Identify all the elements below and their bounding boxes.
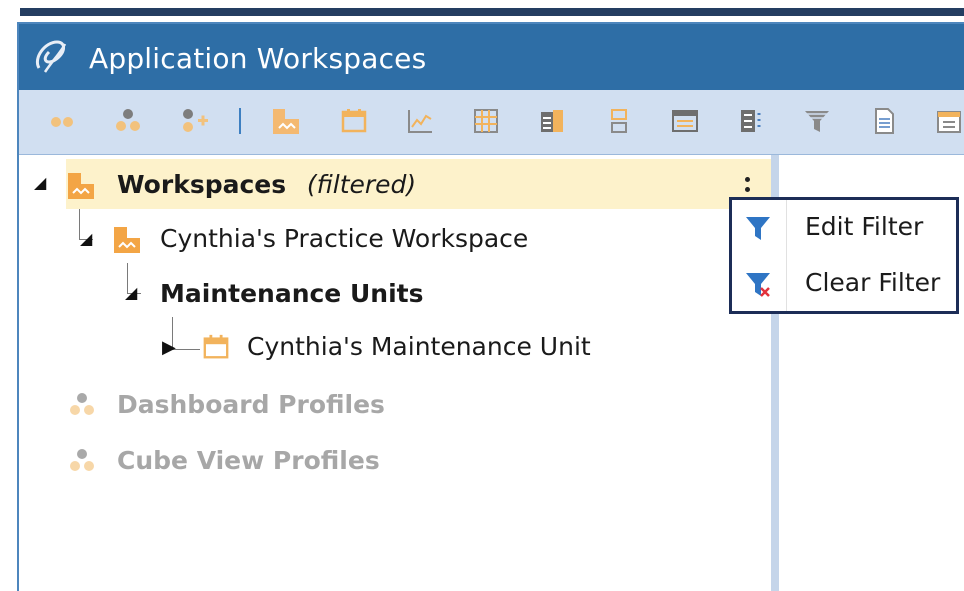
maintenance-unit-label: Cynthia's Maintenance Unit	[247, 332, 591, 361]
edit-filter-menu-item[interactable]: Edit Filter	[732, 200, 956, 255]
tree-node-dashboard-profiles[interactable]: Dashboard Profiles	[19, 379, 771, 431]
tree-node-cube-view-profiles[interactable]: Cube View Profiles	[19, 435, 771, 487]
add-group-icon[interactable]	[179, 106, 209, 136]
workspace-icon	[68, 173, 94, 199]
workspace-icon[interactable]	[271, 106, 301, 136]
group-icon	[70, 449, 94, 471]
dashboard-icon[interactable]	[670, 106, 700, 136]
clear-filter-menu-item[interactable]: Clear Filter	[732, 256, 956, 311]
stacked-boxes-icon[interactable]	[604, 106, 634, 136]
collapse-arrow-icon[interactable]: ◢	[125, 283, 137, 302]
edit-filter-label: Edit Filter	[805, 212, 924, 241]
document-icon[interactable]	[869, 106, 899, 136]
filter-icon[interactable]	[802, 106, 832, 136]
data-list-icon[interactable]	[736, 106, 766, 136]
toolbar	[19, 90, 964, 155]
collapse-arrow-icon[interactable]: ◢	[34, 173, 46, 192]
maintenance-units-label: Maintenance Units	[160, 279, 424, 308]
workspace-tree: ◢ Workspaces (filtered) ◢ Cynthia's Prac…	[19, 155, 774, 591]
tree-node-practice-workspace[interactable]: ◢ Cynthia's Practice Workspace	[19, 215, 771, 267]
workspace-icon	[114, 227, 140, 253]
expand-arrow-icon[interactable]: ▶	[162, 337, 176, 358]
line-chart-icon[interactable]	[405, 106, 435, 136]
filter-icon	[746, 217, 770, 240]
clear-filter-label: Clear Filter	[805, 268, 941, 297]
tree-node-maintenance-unit[interactable]: ▶ Cynthia's Maintenance Unit	[19, 323, 771, 375]
title-bar: Application Workspaces	[19, 24, 964, 90]
maintenance-unit-icon	[203, 334, 229, 359]
calendar-icon[interactable]	[934, 106, 964, 136]
app-logo-icon	[36, 40, 67, 73]
maintenance-unit-icon[interactable]	[339, 106, 369, 136]
workspaces-label: Workspaces	[117, 170, 287, 199]
window-top-strip	[20, 8, 964, 16]
filtered-suffix: (filtered)	[306, 170, 417, 199]
group-icon	[70, 393, 94, 415]
filter-context-menu: Edit Filter Clear Filter	[729, 197, 959, 314]
component-icon[interactable]	[537, 106, 567, 136]
practice-workspace-label: Cynthia's Practice Workspace	[160, 224, 529, 253]
dashboard-profiles-label: Dashboard Profiles	[117, 390, 385, 419]
grid-icon[interactable]	[471, 106, 501, 136]
group-icon[interactable]	[113, 106, 143, 136]
tree-node-maintenance-units[interactable]: ◢ Maintenance Units	[19, 269, 771, 321]
collapse-arrow-icon[interactable]: ◢	[80, 229, 92, 248]
two-dots-icon[interactable]	[47, 106, 77, 136]
cube-view-profiles-label: Cube View Profiles	[117, 446, 380, 475]
toolbar-separator	[239, 108, 241, 134]
tree-node-workspaces[interactable]: ◢ Workspaces (filtered)	[19, 159, 771, 211]
window-title: Application Workspaces	[89, 42, 427, 75]
clear-filter-icon	[746, 273, 770, 297]
